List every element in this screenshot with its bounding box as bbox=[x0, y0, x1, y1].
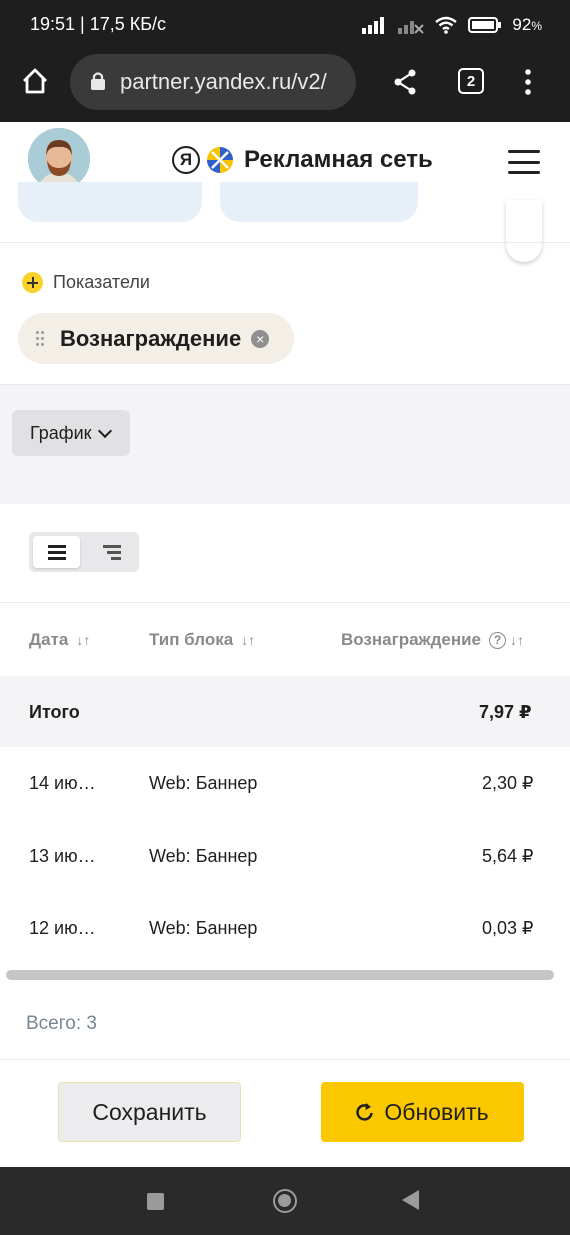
battery-icon bbox=[468, 17, 502, 33]
share-icon[interactable] bbox=[392, 68, 418, 96]
avatar-image bbox=[28, 128, 90, 190]
tabs-button[interactable]: 2 bbox=[458, 68, 484, 94]
refresh-icon bbox=[356, 1103, 374, 1121]
row-date: 13 ию… bbox=[29, 846, 96, 866]
battery-value: 92 bbox=[512, 15, 532, 34]
help-icon[interactable]: ? bbox=[489, 631, 507, 649]
rows-count: Всего: 3 bbox=[26, 1013, 97, 1034]
chevron-down-icon bbox=[97, 423, 112, 438]
tree-view-button[interactable] bbox=[103, 545, 121, 563]
column-header-label: Тип блока bbox=[149, 630, 234, 649]
wifi-icon bbox=[435, 16, 458, 34]
total-label: Итого bbox=[29, 702, 80, 722]
sort-icon[interactable]: ↓↑ bbox=[510, 632, 524, 648]
browser-toolbar: partner.yandex.ru/v2/ 2 bbox=[0, 50, 570, 122]
recents-icon[interactable] bbox=[147, 1193, 164, 1210]
row-date: 14 ию… bbox=[29, 773, 96, 793]
view-mode-label: График bbox=[30, 422, 92, 443]
row-date: 12 ию… bbox=[29, 918, 96, 938]
table-divider bbox=[0, 602, 570, 603]
column-header-label: Дата bbox=[29, 630, 69, 649]
percent-sign: % bbox=[531, 19, 542, 33]
metric-chip-label: Вознаграждение bbox=[60, 325, 242, 351]
row-block-type: Web: Баннер bbox=[149, 773, 258, 793]
home-icon[interactable] bbox=[20, 66, 50, 96]
plus-icon bbox=[22, 272, 43, 293]
row-reward: 0,03 ₽ bbox=[482, 918, 534, 938]
refresh-label: Обновить bbox=[384, 1098, 489, 1125]
status-icons: 92% bbox=[362, 12, 542, 38]
view-mode-dropdown[interactable]: График bbox=[12, 410, 130, 456]
row-block-type: Web: Баннер bbox=[149, 918, 258, 938]
signal-icon bbox=[362, 17, 385, 34]
horizontal-scrollbar[interactable] bbox=[6, 970, 554, 980]
list-icon bbox=[48, 545, 66, 563]
battery-percent: 92% bbox=[512, 15, 542, 35]
menu-icon[interactable] bbox=[508, 150, 540, 174]
url-text: partner.yandex.ru/v2/ bbox=[120, 69, 327, 94]
address-bar[interactable]: partner.yandex.ru/v2/ bbox=[70, 54, 356, 110]
back-icon[interactable] bbox=[402, 1190, 419, 1210]
column-header-reward[interactable]: Вознаграждение ? ↓↑ bbox=[341, 630, 524, 650]
network-logo-icon bbox=[207, 147, 233, 173]
column-header-label: Вознаграждение bbox=[341, 630, 482, 649]
more-icon[interactable] bbox=[524, 68, 532, 96]
refresh-button[interactable]: Обновить bbox=[321, 1082, 524, 1142]
filter-chip-hidden[interactable] bbox=[220, 182, 418, 222]
filter-chip-hidden[interactable] bbox=[18, 182, 202, 222]
close-icon[interactable]: × bbox=[251, 329, 270, 348]
status-bar: 19:51 | 17,5 КБ/с 92% bbox=[0, 0, 570, 50]
brand-logo[interactable]: Я Рекламная сеть bbox=[172, 146, 433, 174]
metric-chip[interactable]: Вознаграждение × bbox=[18, 313, 294, 364]
signal-off-icon bbox=[398, 21, 425, 34]
home-button-icon[interactable] bbox=[273, 1189, 297, 1213]
brand-name: Рекламная сеть bbox=[244, 146, 433, 173]
column-header-date[interactable]: Дата ↓↑ bbox=[29, 630, 90, 650]
save-button[interactable]: Сохранить bbox=[58, 1082, 241, 1142]
row-block-type: Web: Баннер bbox=[149, 846, 258, 866]
row-reward: 5,64 ₽ bbox=[482, 846, 534, 866]
drag-handle-icon[interactable] bbox=[36, 330, 44, 347]
yandex-logo-letter: Я bbox=[172, 146, 200, 174]
divider bbox=[0, 242, 570, 243]
total-value: 7,97 ₽ bbox=[479, 702, 532, 722]
avatar[interactable] bbox=[28, 128, 90, 190]
status-time: 19:51 | 17,5 КБ/с bbox=[30, 14, 167, 34]
column-header-block-type[interactable]: Тип блока ↓↑ bbox=[149, 630, 255, 650]
lock-icon bbox=[91, 72, 105, 90]
scroll-handle[interactable] bbox=[506, 200, 542, 262]
row-reward: 2,30 ₽ bbox=[482, 773, 534, 793]
sort-icon[interactable]: ↓↑ bbox=[241, 632, 255, 648]
metrics-label: Показатели bbox=[53, 272, 150, 292]
flat-view-button[interactable] bbox=[33, 536, 80, 568]
sort-icon[interactable]: ↓↑ bbox=[76, 632, 90, 648]
add-metric-button[interactable]: Показатели bbox=[22, 272, 150, 293]
table-view-toggle bbox=[29, 532, 139, 572]
